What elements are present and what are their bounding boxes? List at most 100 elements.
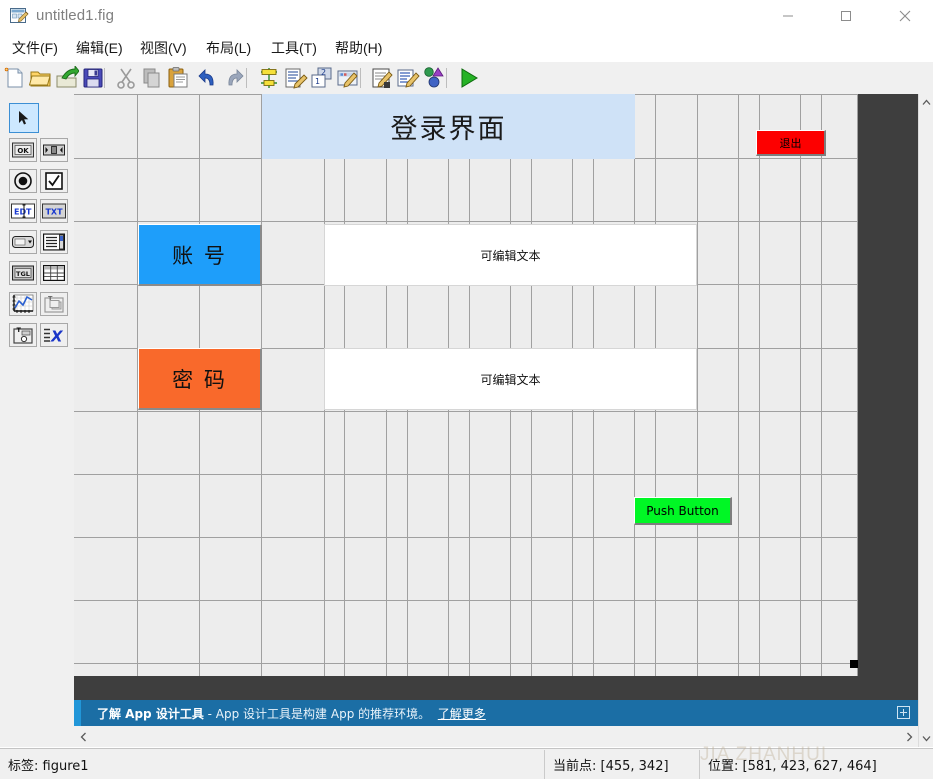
new-file-icon[interactable] [2,65,28,91]
grid-line-vertical [759,94,760,676]
open-folder-icon[interactable] [28,65,54,91]
chevron-down-icon[interactable] [919,730,933,747]
menu-editor-icon[interactable] [283,65,309,91]
static-text-icon[interactable]: TXT [40,199,68,223]
save-disk-icon[interactable] [80,65,106,91]
tab-order-icon[interactable]: 1 2 [309,65,335,91]
push-button-widget[interactable]: Push Button [634,497,732,525]
scissors-icon[interactable] [113,65,139,91]
export-icon[interactable] [54,65,80,91]
check-box-icon[interactable] [40,169,68,193]
status-position-field: 位置: [581, 423, 627, 464] [700,750,933,779]
list-box-icon[interactable] [40,230,68,254]
status-current-point-field: 当前点: [455, 342] [545,750,700,779]
svg-text:1: 1 [315,77,320,86]
undo-arrow-icon[interactable] [194,65,220,91]
m-file-editor-icon[interactable] [369,65,395,91]
svg-text:T: T [17,326,22,334]
account-label-text: 账 号 [172,243,227,268]
align-objects-icon[interactable] [256,65,282,91]
axes-plot-icon[interactable] [9,292,37,316]
horizontal-scrollbar[interactable] [74,726,918,747]
svg-text:X: X [50,328,64,344]
grid-line-horizontal [74,600,858,601]
grid-line-vertical [800,94,801,676]
panel-icon[interactable]: T [40,292,68,316]
banner-body-text: App 设计工具是构建 App 的推荐环境。 [215,707,431,721]
grid-line-horizontal [74,537,858,538]
window-title: untitled1.fig [36,7,115,24]
push-button-widget-label: Push Button [646,503,719,518]
chevron-left-icon[interactable] [74,726,92,747]
object-browser-icon[interactable] [421,65,447,91]
menu-edit[interactable]: 编辑(E) [72,37,127,59]
menu-file[interactable]: 文件(F) [8,37,62,59]
table-icon[interactable] [40,261,68,285]
grid-line-vertical [697,94,698,676]
toolbar: 1 2 [0,62,933,95]
grid-line-horizontal [74,221,858,222]
account-label-button[interactable]: 账 号 [138,224,262,286]
grid-line-horizontal [74,663,858,664]
toggle-button-icon[interactable]: TGL [9,261,37,285]
popup-menu-icon[interactable] [9,230,37,254]
minimize-button[interactable] [765,0,811,31]
run-play-icon[interactable] [456,65,482,91]
button-group-icon[interactable]: T [9,323,37,347]
slider-icon[interactable] [40,138,68,162]
figure-resize-handle[interactable] [850,660,858,668]
figure-layout[interactable]: 登录界面 退出 账 号 可编辑文本 密 码 可编辑文本 Push Button [74,94,858,676]
svg-text:2: 2 [321,68,326,77]
menu-bar: 文件(F) 编辑(E) 视图(V) 布局(L) 工具(T) 帮助(H) [0,32,933,62]
svg-text:OK: OK [17,147,29,155]
password-label-button[interactable]: 密 码 [138,348,262,410]
banner-learn-more-link[interactable]: 了解更多 [438,707,486,721]
chevron-right-icon[interactable] [900,726,918,747]
password-edit-text-value: 可编辑文本 [480,372,541,387]
status-tag-field: 标签: figure1 [0,750,545,779]
menu-layout[interactable]: 布局(L) [202,37,255,59]
title-static-text[interactable]: 登录界面 [262,94,635,159]
exit-push-button[interactable]: 退出 [756,130,826,156]
password-label-text: 密 码 [172,367,227,392]
figure-file-icon [9,6,29,26]
close-button[interactable] [882,0,928,31]
window-title-bar: untitled1.fig [0,0,933,32]
maximize-button[interactable] [823,0,869,31]
menu-tools[interactable]: 工具(T) [267,37,321,59]
vertical-scrollbar[interactable] [918,94,933,747]
exit-push-button-label: 退出 [779,136,802,150]
banner-separator: - [203,707,216,721]
grid-line-vertical [857,94,858,676]
title-static-text-label: 登录界面 [390,114,507,145]
grid-line-vertical [821,94,822,676]
menu-view[interactable]: 视图(V) [136,37,191,59]
chevron-up-icon[interactable] [919,94,933,111]
clipboard-paste-icon[interactable] [165,65,191,91]
password-edit-text[interactable]: 可编辑文本 [324,348,697,410]
menu-help[interactable]: 帮助(H) [331,37,386,59]
banner-bold-text: 了解 App 设计工具 [97,707,204,721]
account-edit-text[interactable]: 可编辑文本 [324,224,697,286]
radio-button-icon[interactable] [9,169,37,193]
banner-accent-bar [74,700,81,726]
redo-arrow-icon[interactable] [222,65,248,91]
banner-text: 了解 App 设计工具 - App 设计工具是构建 App 的推荐环境。 了解更… [97,705,486,722]
copy-icon[interactable] [139,65,165,91]
grid-line-horizontal [74,411,858,412]
grid-line-horizontal [74,474,858,475]
status-bar: 标签: figure1 当前点: [455, 342] 位置: [581, 42… [0,748,933,779]
grid-line-vertical [738,94,739,676]
toolbar-editor-icon[interactable] [335,65,361,91]
component-palette: OK ED T TXT TGL T T X [0,94,75,747]
expand-plus-icon[interactable] [897,706,910,719]
property-inspector-icon[interactable] [395,65,421,91]
svg-text:TGL: TGL [16,270,30,278]
ok-button-icon[interactable]: OK [9,138,37,162]
figure-canvas-area[interactable]: 登录界面 退出 账 号 可编辑文本 密 码 可编辑文本 Push Button [74,94,918,700]
activex-icon[interactable]: X [40,323,68,347]
arrow-cursor-icon[interactable] [9,103,39,133]
app-designer-banner[interactable]: 了解 App 设计工具 - App 设计工具是构建 App 的推荐环境。 了解更… [74,700,918,726]
edit-text-icon[interactable]: ED T [9,199,37,223]
account-edit-text-value: 可编辑文本 [480,248,541,263]
